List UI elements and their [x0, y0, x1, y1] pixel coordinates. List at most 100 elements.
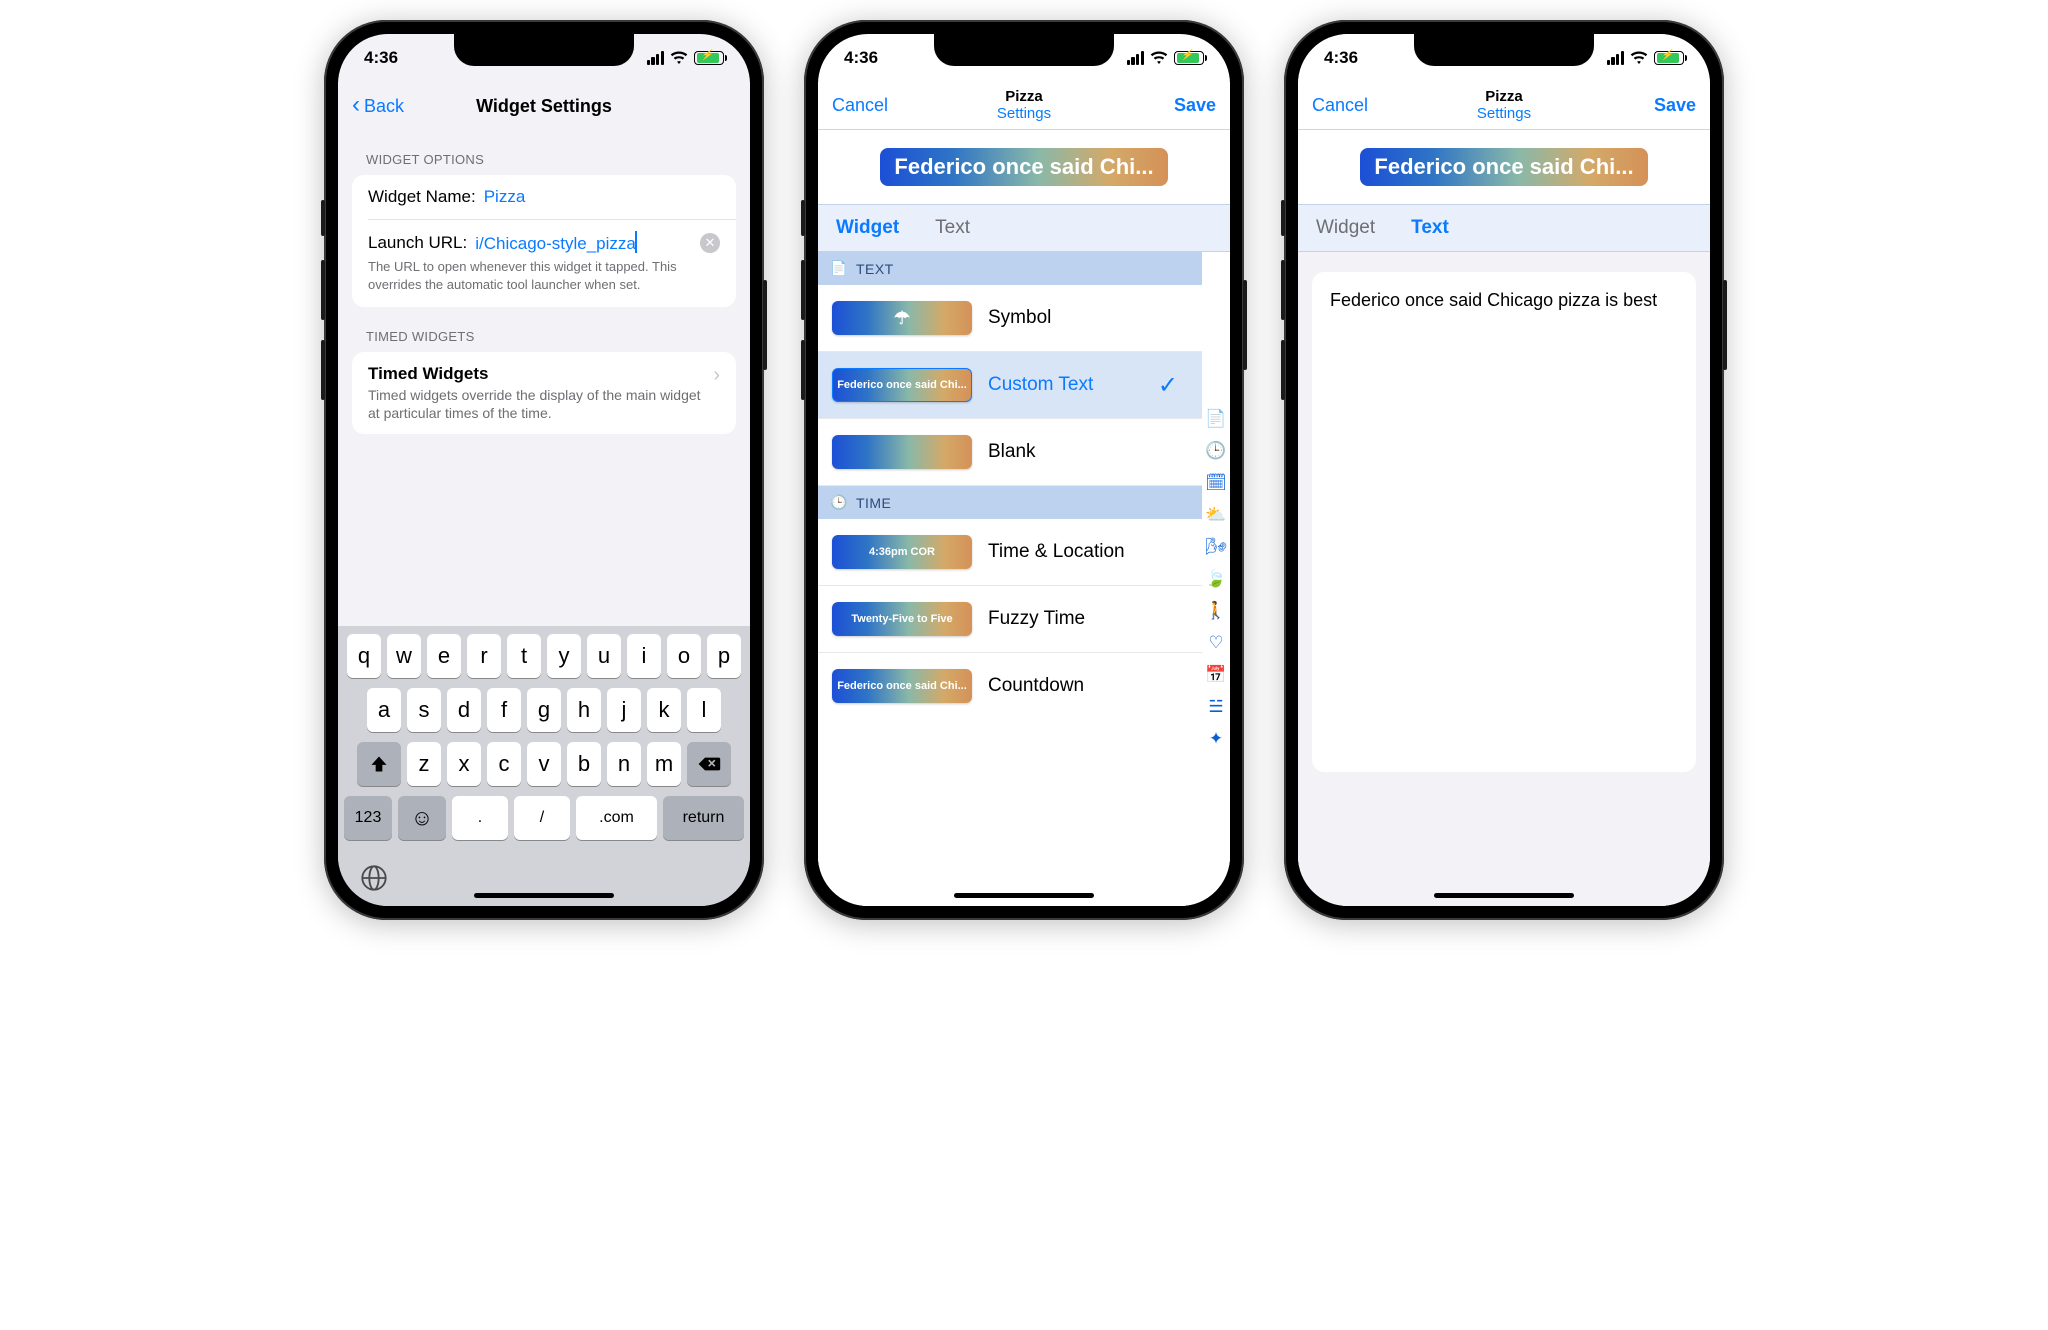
index-grid-icon[interactable]: 📅: [1205, 665, 1226, 685]
option-fuzzy-time[interactable]: Twenty-Five to Five Fuzzy Time: [818, 586, 1202, 653]
key-i[interactable]: i: [627, 634, 661, 678]
widget-preview: Federico once said Chi...: [818, 130, 1230, 204]
key-y[interactable]: y: [547, 634, 581, 678]
section-text: 📄 TEXT: [818, 252, 1202, 285]
wifi-icon: [670, 51, 688, 65]
key-k[interactable]: k: [647, 688, 681, 732]
option-custom-text[interactable]: Federico once said Chi... Custom Text ✓: [818, 352, 1202, 419]
key-j[interactable]: j: [607, 688, 641, 732]
key-b[interactable]: b: [567, 742, 601, 786]
nav-bar: ‹ Back Widget Settings: [338, 82, 750, 130]
custom-text-input[interactable]: Federico once said Chicago pizza is best: [1312, 272, 1696, 772]
clear-text-icon[interactable]: ✕: [700, 233, 720, 253]
option-time-location[interactable]: 4:36pm COR Time & Location: [818, 519, 1202, 586]
wifi-icon: [1150, 51, 1168, 65]
home-indicator: [1434, 893, 1574, 898]
key-slash[interactable]: /: [514, 796, 570, 840]
widget-name-row[interactable]: Widget Name: Pizza: [352, 175, 736, 219]
index-sparkle-icon[interactable]: ✦: [1209, 729, 1223, 749]
back-label: Back: [364, 96, 404, 117]
tab-widget[interactable]: Widget: [1298, 205, 1393, 251]
key-a[interactable]: a: [367, 688, 401, 732]
key-g[interactable]: g: [527, 688, 561, 732]
index-heart-icon[interactable]: ♡: [1208, 633, 1223, 653]
key-o[interactable]: o: [667, 634, 701, 678]
key-d[interactable]: d: [447, 688, 481, 732]
index-list-icon[interactable]: ☱: [1208, 697, 1223, 717]
option-symbol[interactable]: ☂ Symbol: [818, 285, 1202, 352]
back-button[interactable]: ‹ Back: [352, 94, 432, 119]
key-dot[interactable]: .: [452, 796, 508, 840]
tab-text[interactable]: Text: [917, 205, 988, 251]
index-calendar-icon[interactable]: 🗓: [1205, 473, 1227, 493]
shift-icon: [369, 754, 389, 774]
key-123[interactable]: 123: [344, 796, 392, 840]
option-blank[interactable]: Blank: [818, 419, 1202, 486]
custom-text-thumb: Federico once said Chi...: [832, 368, 972, 402]
fuzzy-time-label: Fuzzy Time: [988, 608, 1188, 630]
widget-name-input[interactable]: Pizza: [484, 187, 720, 207]
key-shift[interactable]: [357, 742, 401, 786]
widget-preview: Federico once said Chi...: [1298, 130, 1710, 204]
tab-widget[interactable]: Widget: [818, 205, 917, 251]
nav-title: Pizza: [1392, 89, 1616, 106]
cancel-button[interactable]: Cancel: [1312, 95, 1392, 116]
key-f[interactable]: f: [487, 688, 521, 732]
keyboard[interactable]: q w e r t y u i o p a s d f g h: [338, 626, 750, 906]
nav-subtitle[interactable]: Settings: [1392, 106, 1616, 123]
key-z[interactable]: z: [407, 742, 441, 786]
save-button[interactable]: Save: [1616, 95, 1696, 116]
key-p[interactable]: p: [707, 634, 741, 678]
settings-tabs: Widget Text: [1298, 204, 1710, 252]
key-r[interactable]: r: [467, 634, 501, 678]
key-v[interactable]: v: [527, 742, 561, 786]
nav-subtitle[interactable]: Settings: [912, 106, 1136, 123]
launch-url-label: Launch URL:: [368, 233, 467, 253]
key-backspace[interactable]: [687, 742, 731, 786]
home-indicator: [954, 893, 1094, 898]
status-time: 4:36: [364, 48, 398, 68]
save-button[interactable]: Save: [1136, 95, 1216, 116]
key-e[interactable]: e: [427, 634, 461, 678]
tab-text[interactable]: Text: [1393, 205, 1467, 251]
key-w[interactable]: w: [387, 634, 421, 678]
category-index-rail[interactable]: 📄 🕒 🗓 ⛅ 🌬 🍃 🚶 ♡ 📅 ☱ ✦: [1202, 252, 1230, 906]
section-timed-widgets: TIMED WIDGETS: [338, 307, 750, 352]
launch-url-input[interactable]: i/Chicago-style_pizza: [475, 231, 692, 254]
key-x[interactable]: x: [447, 742, 481, 786]
key-emoji[interactable]: ☺: [398, 796, 446, 840]
kb-row-1: q w e r t y u i o p: [342, 634, 746, 678]
key-c[interactable]: c: [487, 742, 521, 786]
blank-thumb: [832, 435, 972, 469]
index-text-icon[interactable]: 📄: [1205, 409, 1226, 429]
index-wind-icon[interactable]: 🌬: [1205, 537, 1227, 557]
key-n[interactable]: n: [607, 742, 641, 786]
key-u[interactable]: u: [587, 634, 621, 678]
home-indicator: [474, 893, 614, 898]
launch-url-row[interactable]: Launch URL: i/Chicago-style_pizza ✕: [352, 219, 736, 258]
time-location-label: Time & Location: [988, 541, 1188, 563]
key-m[interactable]: m: [647, 742, 681, 786]
timed-widgets-subtitle: Timed widgets override the display of th…: [368, 386, 705, 422]
globe-icon[interactable]: [360, 864, 388, 892]
key-h[interactable]: h: [567, 688, 601, 732]
index-walk-icon[interactable]: 🚶: [1205, 601, 1226, 621]
status-time: 4:36: [844, 48, 878, 68]
nav-title: Pizza: [912, 89, 1136, 106]
wifi-icon: [1630, 51, 1648, 65]
index-weather-icon[interactable]: ⛅: [1205, 505, 1226, 525]
key-com[interactable]: .com: [576, 796, 657, 840]
index-leaf-icon[interactable]: 🍃: [1205, 569, 1226, 589]
timed-widgets-card[interactable]: Timed Widgets Timed widgets override the…: [352, 352, 736, 434]
section-widget-options: WIDGET OPTIONS: [338, 130, 750, 175]
index-clock-icon[interactable]: 🕒: [1205, 441, 1226, 461]
key-s[interactable]: s: [407, 688, 441, 732]
key-q[interactable]: q: [347, 634, 381, 678]
key-l[interactable]: l: [687, 688, 721, 732]
key-t[interactable]: t: [507, 634, 541, 678]
option-countdown[interactable]: Federico once said Chi... Countdown: [818, 653, 1202, 719]
key-return[interactable]: return: [663, 796, 744, 840]
kb-row-4: 123 ☺ . / .com return: [342, 796, 746, 840]
cancel-button[interactable]: Cancel: [832, 95, 912, 116]
settings-tabs: Widget Text: [818, 204, 1230, 252]
